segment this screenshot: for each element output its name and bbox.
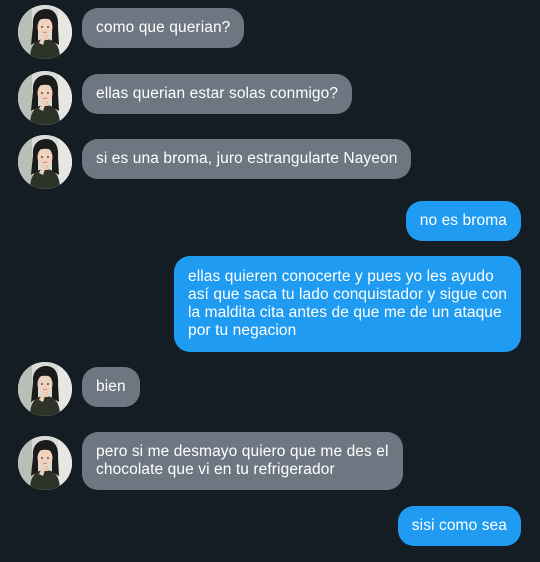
incoming-message-bubble[interactable]: pero si me desmayo quiero que me des el … <box>82 432 403 490</box>
avatar[interactable] <box>18 71 72 125</box>
outgoing-message-bubble[interactable]: sisi como sea <box>397 506 521 546</box>
incoming-message-bubble[interactable]: bien <box>82 367 140 407</box>
outgoing-message-bubble[interactable]: no es broma <box>405 201 521 241</box>
chat-thread: como que querian? ellas querian estar so… <box>0 0 540 562</box>
incoming-message-bubble[interactable]: si es una broma, juro estrangularte Naye… <box>82 139 412 179</box>
outgoing-message-bubble[interactable]: ellas quieren conocerte y pues yo les ay… <box>173 256 521 352</box>
avatar[interactable] <box>18 362 72 416</box>
profile-photo-icon <box>18 436 72 490</box>
profile-photo-icon <box>18 135 72 189</box>
avatar[interactable] <box>18 436 72 490</box>
avatar[interactable] <box>18 5 72 59</box>
avatar[interactable] <box>18 135 72 189</box>
incoming-message-bubble[interactable]: como que querian? <box>82 8 245 48</box>
profile-photo-icon <box>18 362 72 416</box>
profile-photo-icon <box>18 5 72 59</box>
profile-photo-icon <box>18 71 72 125</box>
incoming-message-bubble[interactable]: ellas querian estar solas conmigo? <box>82 74 353 114</box>
